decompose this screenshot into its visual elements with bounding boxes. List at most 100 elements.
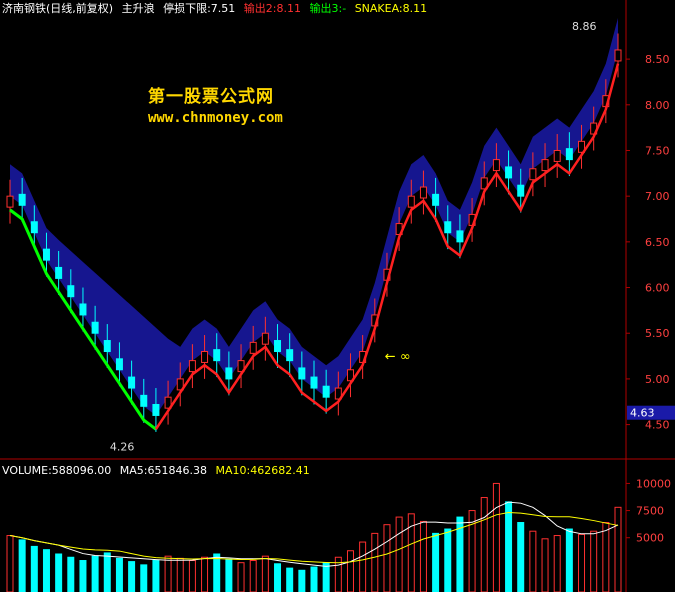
candle-body [128,376,136,389]
candle-body [201,350,209,363]
candle-body [30,221,38,234]
current-price-label: 4.63 [630,407,655,420]
volume-bar [371,532,379,592]
volume-ma5-line [9,501,619,567]
candle-body [6,195,14,208]
volume-bar [176,557,184,592]
candle-body [492,159,500,172]
candle-body [565,148,573,161]
volume-tick-label: 5000 [636,532,664,545]
candle-body [213,349,221,362]
volume-tick-label: 10000 [636,477,671,490]
volume-bar [213,553,221,592]
candle-body [553,149,561,162]
candle-body [444,221,452,234]
volume-bar [128,561,136,592]
volume-bar [67,556,75,592]
volume-bar [55,553,63,592]
volume-bar [602,522,610,592]
candle-body [55,266,63,279]
volume-bar [322,562,330,592]
candle-body [261,332,269,345]
volume-bar [286,567,294,592]
candle-body [115,358,123,371]
price-tick-label: 8.50 [645,53,670,66]
candle-body [614,49,622,62]
volume-bar [578,533,586,592]
volume-tick-label: 7500 [636,505,664,518]
price-tick-label: 5.50 [645,327,670,340]
volume-bar [517,522,525,592]
candle-body [91,321,99,334]
volume-bar [6,535,14,592]
arrow-infinity-label: ← ∞ [385,350,411,365]
candle-body [249,341,257,354]
candle-body [152,403,160,416]
volume-bar [565,528,573,592]
volume-bar [444,528,452,592]
price-tick-label: 6.00 [645,282,670,295]
volume-bar [298,569,306,592]
candle-body [322,385,330,398]
volume-bar [42,549,50,592]
volume-bar [395,516,403,592]
volume-bar [91,555,99,592]
volume-bar [590,530,598,592]
price-tick-label: 8.00 [645,99,670,112]
high-price-label: 8.86 [572,20,597,33]
candle-body [274,340,282,352]
volume-ma10-line [9,512,619,564]
volume-bar [225,558,233,592]
candle-body [140,394,148,407]
volume-bar [383,524,391,592]
volume-bar [492,482,500,592]
candle-body [419,186,427,199]
volume-bar [274,563,282,592]
candle-body [225,367,233,380]
candle-body [298,367,306,380]
volume-bar [188,560,196,592]
volume-bar [614,506,622,592]
candle-body [432,193,440,206]
volume-bar [79,560,87,592]
volume-bar [103,552,111,592]
volume-bar [152,560,160,592]
candle-body [456,230,464,243]
volume-bar [529,530,537,592]
volume-bar [310,566,318,592]
volume-bar [261,555,269,592]
candle-body [103,340,111,352]
candle-body [79,303,87,316]
candle-body [517,184,525,197]
volume-bar [553,535,561,592]
volume-bar [201,556,209,592]
candle-body [541,159,549,172]
price-tick-label: 7.50 [645,144,670,157]
volume-bar [140,564,148,592]
candle-body [67,285,75,298]
volume-bar [237,562,245,592]
volume-bar [115,557,123,592]
volume-bar [359,541,367,592]
candle-body [407,195,415,208]
candle-body [188,360,196,373]
candle-body [42,248,50,261]
candle-body [310,376,318,389]
volume-bar [419,520,427,592]
candle-body [529,168,537,181]
volume-bar [18,539,26,592]
low-price-label: 4.26 [110,441,135,454]
volume-bar [505,501,513,592]
candle-body [505,166,513,179]
candle-body [286,349,294,362]
price-tick-label: 5.00 [645,373,670,386]
price-tick-label: 6.50 [645,236,670,249]
volume-bar [346,550,354,592]
volume-bar [432,532,440,592]
volume-bar [541,538,549,592]
price-tick-label: 4.50 [645,419,670,432]
volume-bar [249,560,257,592]
volume-bar [30,545,38,592]
price-volume-chart[interactable]: 8.50 8.00 7.50 7.00 6.50 6.00 5.50 5.00 4.50 8.86… [0,0,675,592]
candle-body [18,193,26,206]
